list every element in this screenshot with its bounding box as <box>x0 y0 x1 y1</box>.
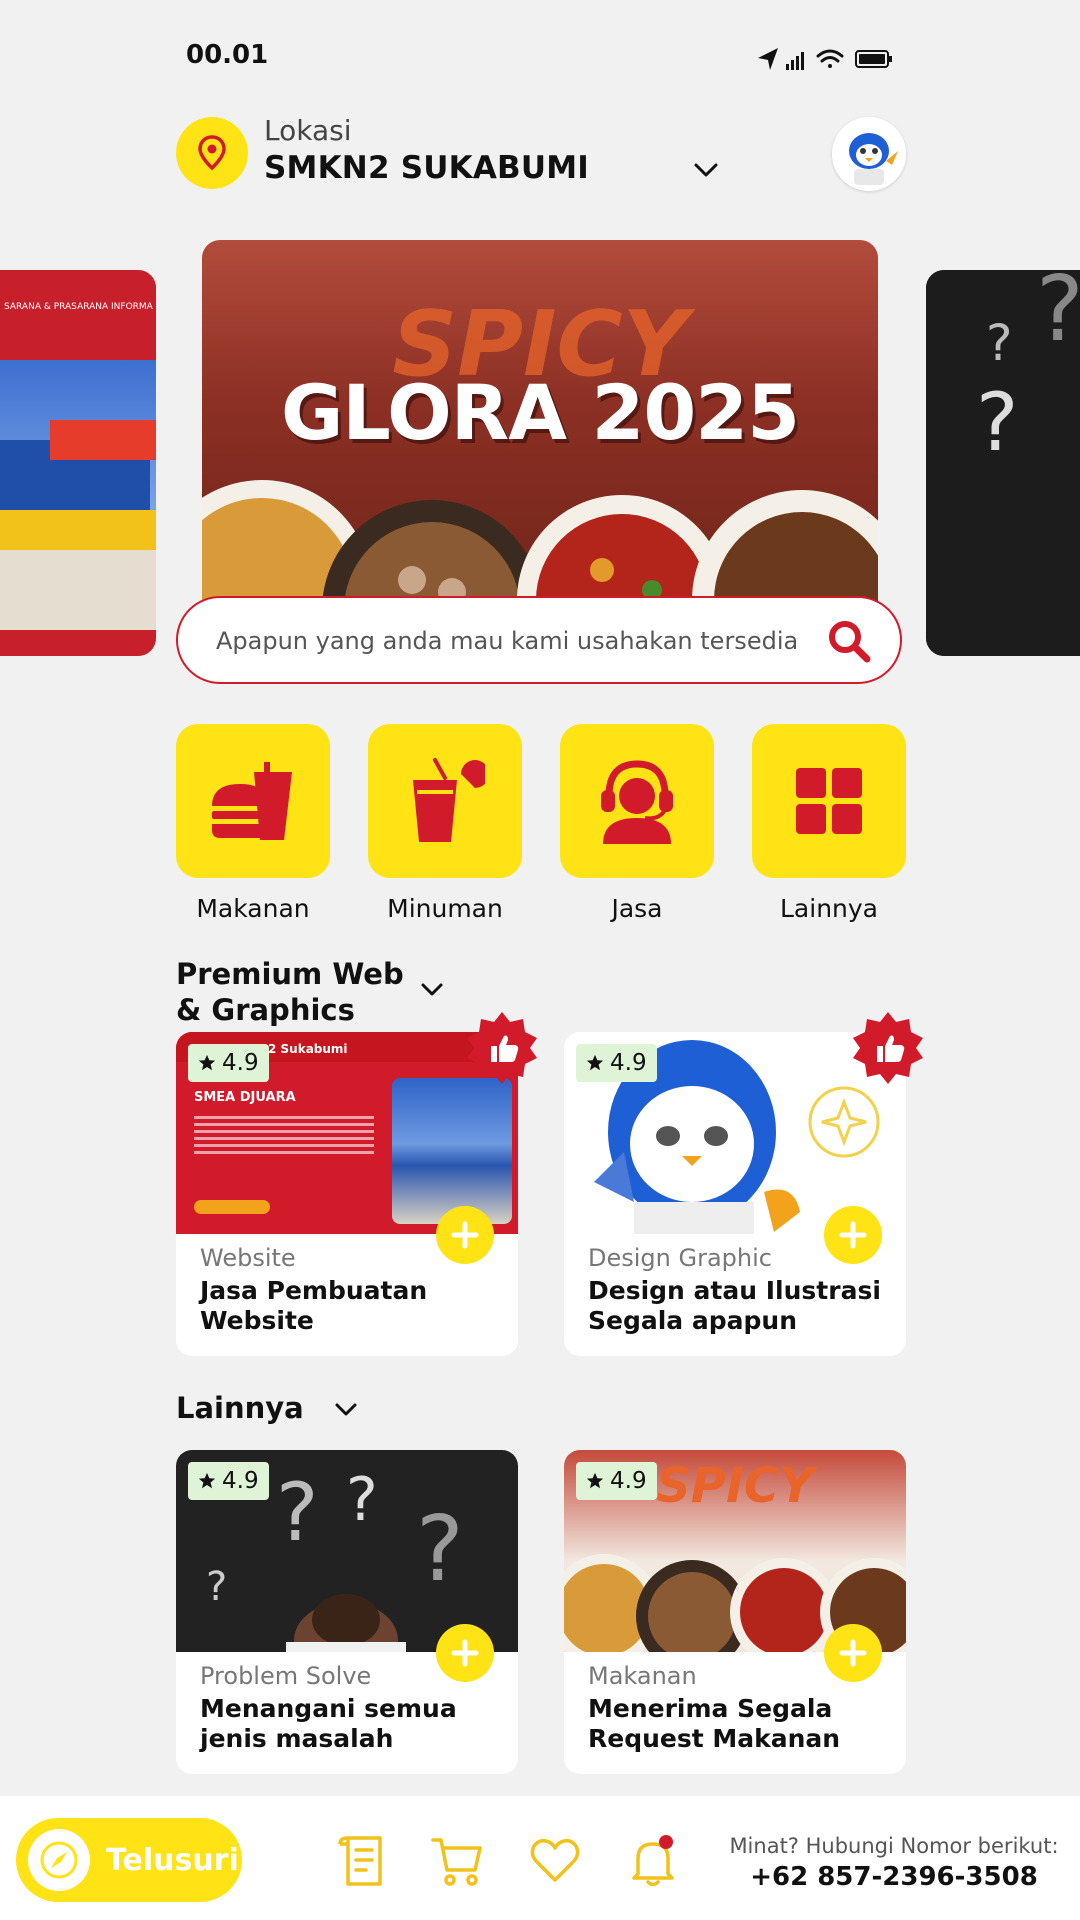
card-image-body-lines <box>194 1112 374 1182</box>
add-button[interactable] <box>436 1624 494 1682</box>
drink-icon <box>413 758 485 842</box>
card-title: Menerima Segala Request Makanan <box>588 1694 841 1753</box>
svg-text:?: ? <box>416 1497 464 1602</box>
svg-text:?: ? <box>986 314 1013 372</box>
category-makanan[interactable]: Makanan <box>176 724 330 923</box>
location-value[interactable]: SMKN2 SUKABUMI <box>264 150 589 186</box>
card-title: Jasa Pembuatan Website <box>200 1276 428 1335</box>
plus-icon <box>451 1639 479 1667</box>
location-label: Lokasi <box>264 114 352 147</box>
card-image-header: 2 Sukabumi <box>268 1042 348 1056</box>
rating-badge: 4.9 <box>576 1044 657 1082</box>
banner-main[interactable]: SPICY GLORA 2025 <box>202 240 878 650</box>
thumbs-up-badge-icon <box>467 1012 537 1084</box>
plus-icon <box>839 1639 867 1667</box>
bell-icon[interactable] <box>626 1834 680 1888</box>
rating-badge: 4.9 <box>188 1044 269 1082</box>
chevron-down-icon[interactable] <box>418 978 446 1002</box>
rating-value: 4.9 <box>222 1468 259 1494</box>
section-title-premium: Premium Web & Graphics <box>176 957 404 1027</box>
rating-value: 4.9 <box>610 1050 647 1076</box>
status-icons <box>758 48 892 70</box>
service-card[interactable]: SPICY 4.9 Makanan Menerima Segala Reques… <box>564 1450 906 1774</box>
avatar[interactable] <box>832 117 906 191</box>
svg-text:?: ? <box>346 1465 378 1535</box>
card-category: Problem Solve <box>200 1662 372 1690</box>
notification-dot <box>659 1835 673 1849</box>
svg-text:?: ? <box>976 376 1018 469</box>
wifi-icon <box>816 49 844 68</box>
category-label: Jasa <box>611 894 663 923</box>
rating-value: 4.9 <box>610 1468 647 1494</box>
contact-label: Minat? Hubungi Nomor berikut: <box>729 1834 1059 1858</box>
chevron-down-icon[interactable] <box>690 156 722 184</box>
svg-text:?: ? <box>1036 270 1080 362</box>
card-category: Design Graphic <box>588 1244 772 1272</box>
location-pin-button[interactable] <box>176 117 248 189</box>
location-pin-icon <box>198 135 226 171</box>
star-icon <box>586 1054 604 1071</box>
status-time: 00.01 <box>186 40 269 70</box>
service-card[interactable]: ? ? ? ? 4.9 Problem Solve Menangani semu… <box>176 1450 518 1774</box>
cart-icon[interactable] <box>430 1834 484 1888</box>
svg-text:?: ? <box>206 1564 227 1610</box>
explore-label: Telusuri <box>106 1842 239 1878</box>
battery-icon <box>855 50 892 68</box>
search-bar[interactable] <box>176 596 902 684</box>
category-label: Minuman <box>387 894 503 923</box>
category-tile[interactable] <box>752 724 906 878</box>
card-title: Design atau Ilustrasi Segala apapun <box>588 1276 881 1335</box>
category-minuman[interactable]: Minuman <box>368 724 522 923</box>
category-label: Makanan <box>196 894 310 923</box>
compass-icon <box>28 1829 90 1891</box>
category-label: Lainnya <box>780 894 878 923</box>
fastfood-icon <box>212 762 292 840</box>
banner-left-nav-text: SARANA & PRASARANA INFORMA <box>4 302 153 312</box>
banner-preview-left[interactable]: SARANA & PRASARANA INFORMA <box>0 270 156 656</box>
card-category: Website <box>200 1244 296 1272</box>
card-title: Menangani semua jenis masalah <box>200 1694 457 1753</box>
card-image-text: SMEA DJUARA <box>194 1090 296 1105</box>
add-button[interactable] <box>824 1206 882 1264</box>
location-arrow-icon <box>758 48 778 70</box>
star-icon <box>198 1054 216 1071</box>
category-lainnya[interactable]: Lainnya <box>752 724 906 923</box>
banner-preview-right[interactable]: ? ? ? <box>926 270 1080 656</box>
category-tile[interactable] <box>560 724 714 878</box>
status-bar: 00.01 <box>0 0 1080 110</box>
mascot-avatar-icon <box>832 117 906 191</box>
contact-number[interactable]: +62 857-2396-3508 <box>724 1862 1064 1892</box>
card-category: Makanan <box>588 1662 697 1690</box>
add-button[interactable] <box>824 1624 882 1682</box>
section-title-lainnya: Lainnya <box>176 1391 304 1425</box>
rating-badge: 4.9 <box>188 1462 269 1500</box>
grid-icon <box>796 768 862 834</box>
svg-text:?: ? <box>276 1466 318 1559</box>
question-marks-image: ? ? ? <box>926 270 1080 656</box>
banner-title: GLORA 2025 <box>280 368 800 457</box>
category-jasa[interactable]: Jasa <box>560 724 714 923</box>
explore-button[interactable]: Telusuri <box>16 1818 242 1902</box>
search-input[interactable] <box>214 598 818 684</box>
category-tile[interactable] <box>368 724 522 878</box>
signal-icon <box>786 52 804 70</box>
plus-icon <box>839 1221 867 1249</box>
support-agent-icon <box>601 760 673 844</box>
rating-value: 4.9 <box>222 1050 259 1076</box>
star-icon <box>586 1472 604 1489</box>
heart-icon[interactable] <box>528 1834 582 1888</box>
add-button[interactable] <box>436 1206 494 1264</box>
thumbs-up-badge-icon <box>853 1012 923 1084</box>
search-icon[interactable] <box>826 618 872 664</box>
chevron-down-icon[interactable] <box>332 1398 360 1422</box>
plus-icon <box>451 1221 479 1249</box>
category-tile[interactable] <box>176 724 330 878</box>
star-icon <box>198 1472 216 1489</box>
receipt-icon[interactable] <box>336 1834 390 1888</box>
rating-badge: 4.9 <box>576 1462 657 1500</box>
